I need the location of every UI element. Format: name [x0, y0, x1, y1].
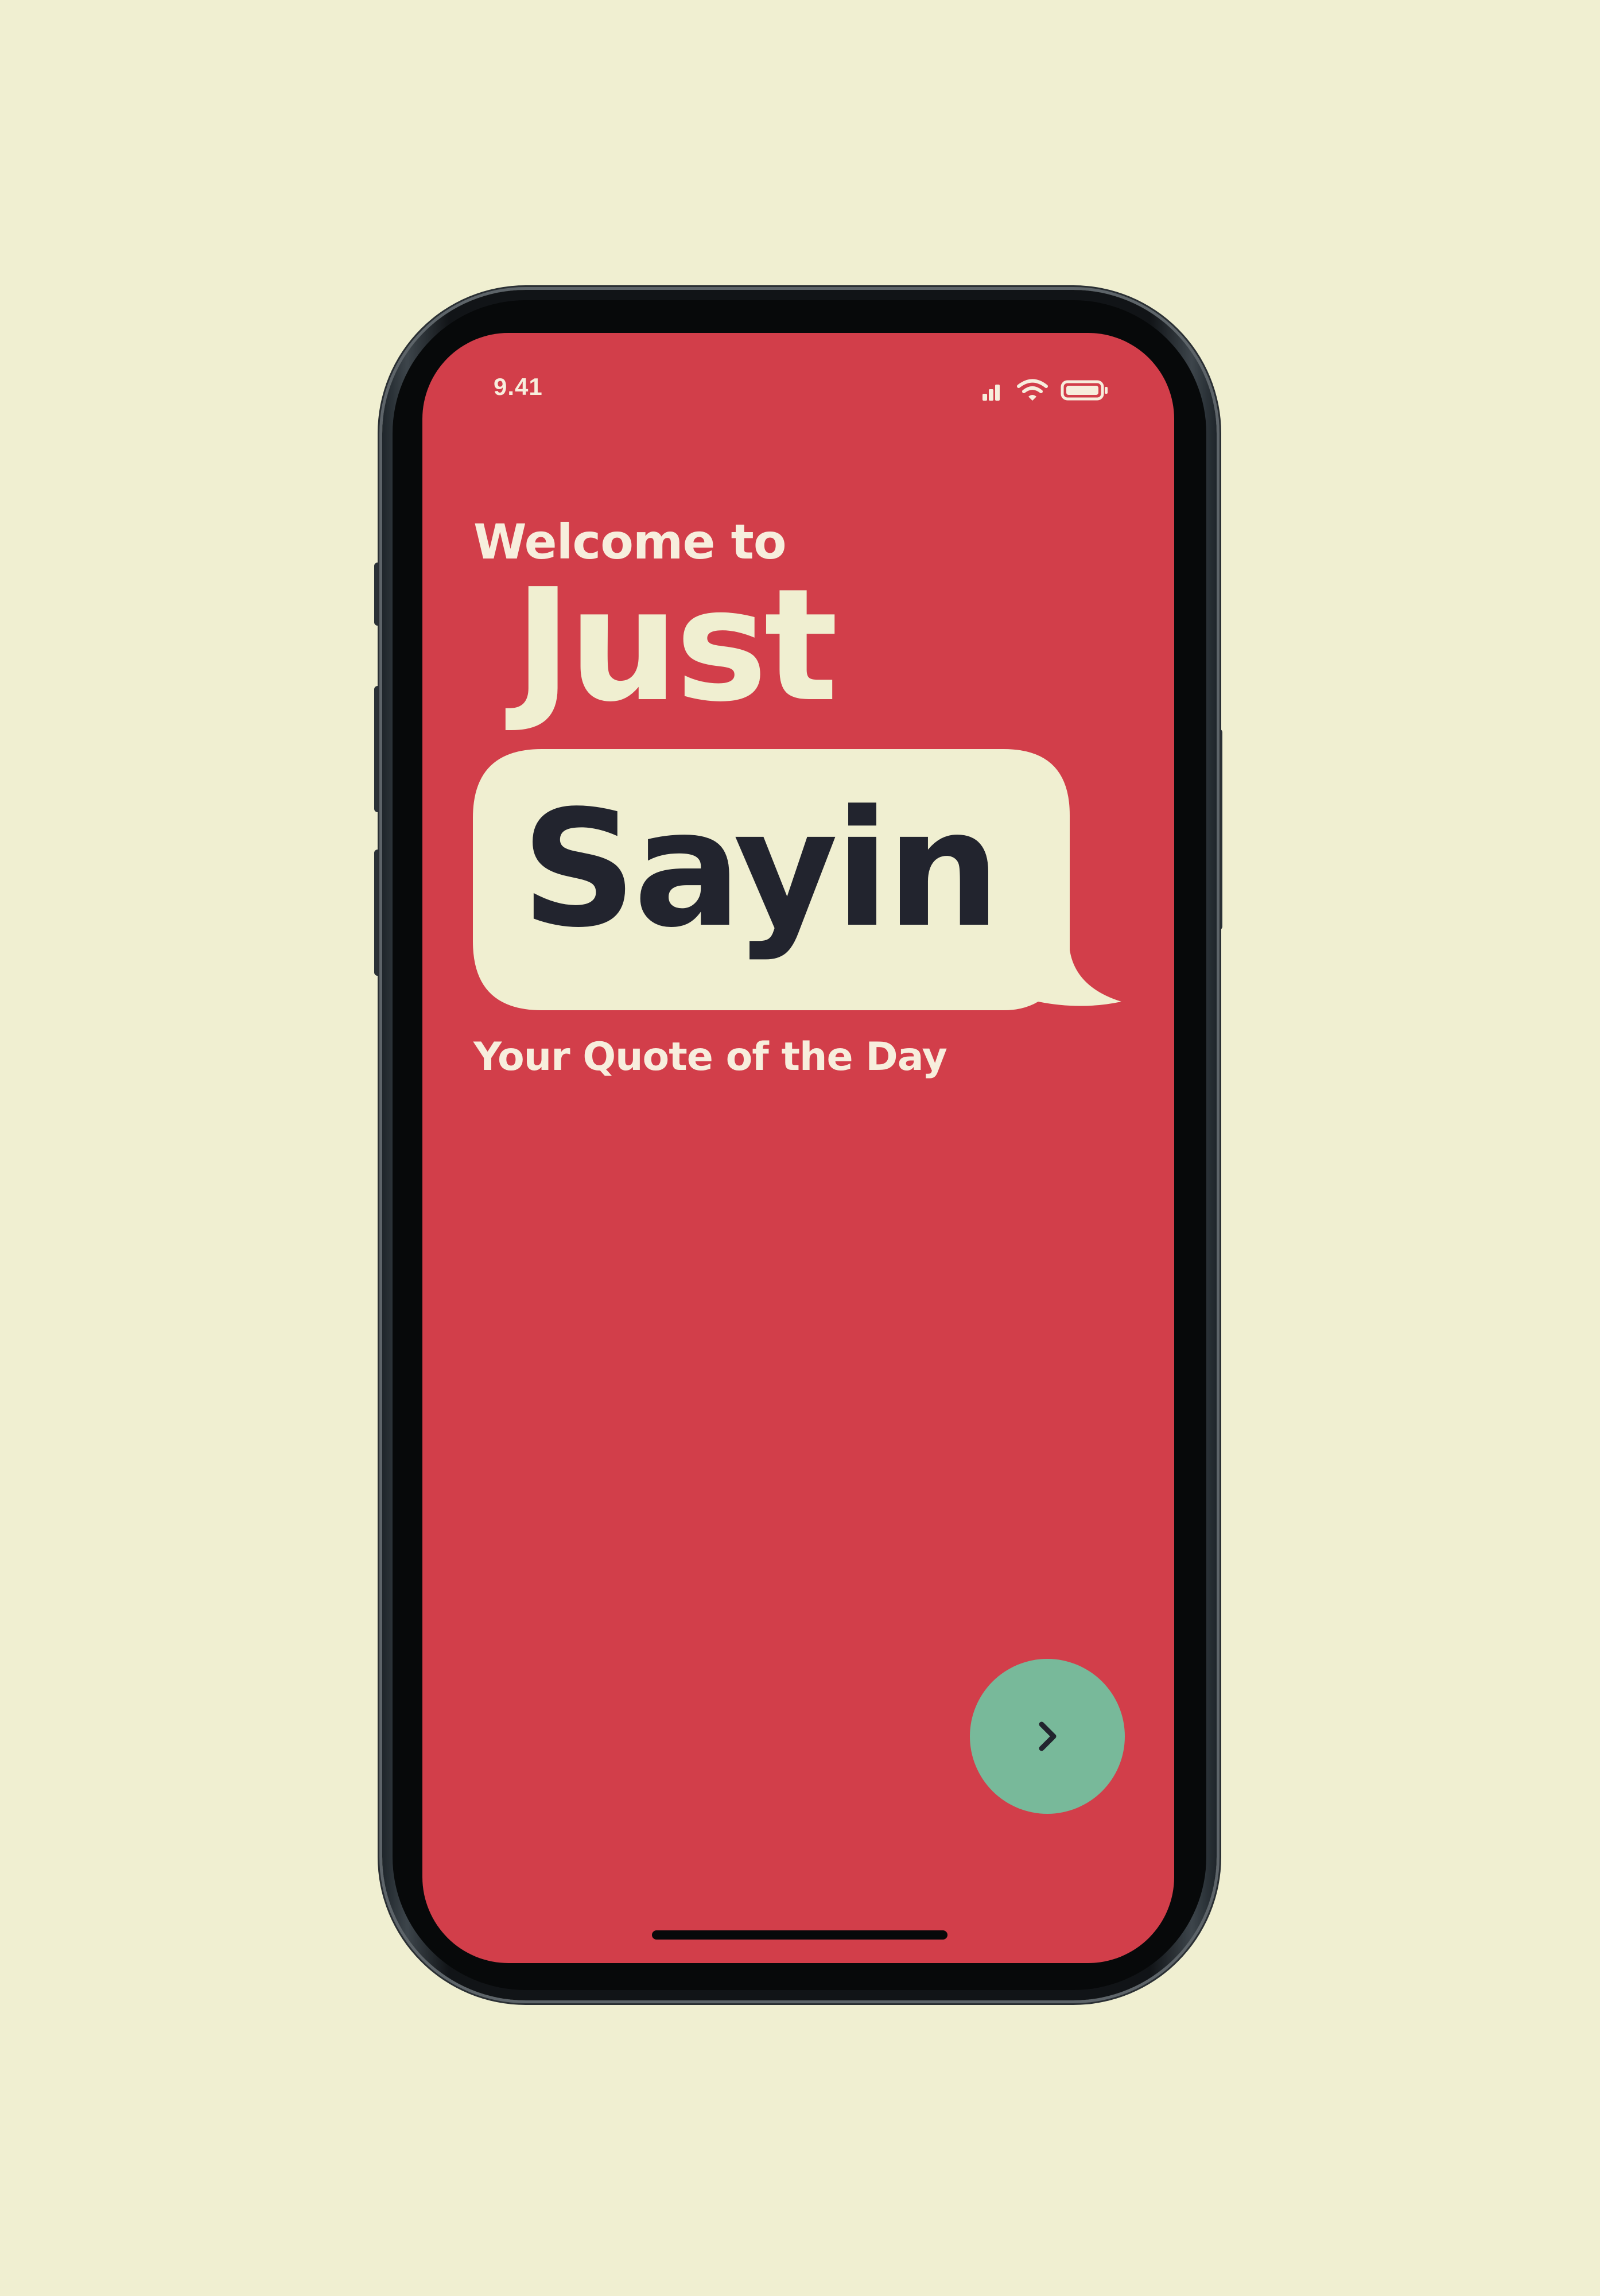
signal-icon	[982, 385, 1000, 401]
home-indicator[interactable]	[652, 1930, 947, 1940]
logo-word-sayin: Sayin	[521, 776, 1001, 963]
next-button[interactable]	[970, 1659, 1125, 1814]
chevron-right-icon	[1039, 1721, 1057, 1751]
status-icons	[981, 379, 1109, 402]
speech-bubble-logo: Sayin	[473, 749, 1121, 1025]
status-time: 9.41	[494, 373, 543, 400]
battery-icon	[1061, 380, 1108, 401]
wifi-icon	[1017, 379, 1048, 401]
silent-switch	[374, 563, 382, 626]
volume-up-button	[374, 686, 382, 812]
tagline: Your Quote of the Day	[473, 1034, 947, 1080]
logo-word-just: Just	[514, 555, 838, 736]
volume-down-button	[374, 850, 382, 976]
app-screen: 9.41 Welcome to Just Sayin Your Quote of…	[422, 333, 1174, 1963]
